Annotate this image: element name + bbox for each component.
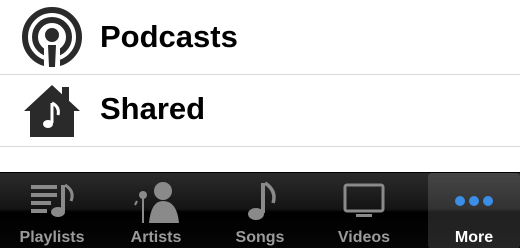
podcast-icon: [22, 7, 82, 67]
shared-home-icon: [22, 79, 82, 139]
shared-label: Shared: [100, 91, 206, 126]
separator: [0, 146, 520, 147]
tab-playlists[interactable]: Playlists: [0, 173, 104, 249]
more-list: Podcasts Shared: [0, 0, 520, 172]
tab-label: Playlists: [19, 229, 85, 246]
tab-label: Songs: [235, 229, 285, 246]
tab-videos[interactable]: Videos: [312, 173, 416, 249]
tab-label: Artists: [130, 229, 182, 246]
tab-bar: Playlists Artists Songs Videos More: [0, 172, 520, 249]
songs-icon: [235, 179, 285, 223]
podcasts-label: Podcasts: [100, 19, 238, 54]
artists-icon: [131, 179, 181, 223]
tab-label: Videos: [337, 229, 391, 246]
tab-more[interactable]: More: [428, 173, 520, 249]
tab-label: More: [454, 229, 494, 246]
more-icon: [449, 179, 499, 223]
tab-artists[interactable]: Artists: [104, 173, 208, 249]
list-item-podcasts[interactable]: Podcasts: [0, 2, 520, 72]
tab-songs[interactable]: Songs: [208, 173, 312, 249]
videos-icon: [339, 179, 389, 223]
playlists-icon: [27, 179, 77, 223]
list-item-shared[interactable]: Shared: [0, 74, 520, 144]
